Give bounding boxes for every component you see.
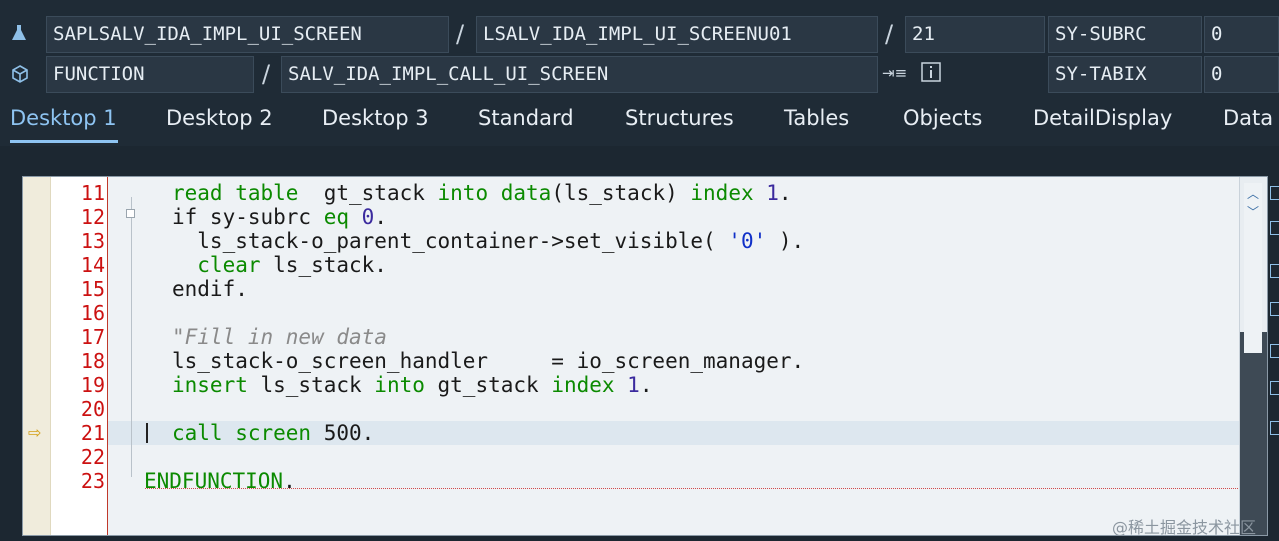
- code-line[interactable]: 18 ls_stack-o_screen_handler = io_screen_…: [23, 349, 1267, 373]
- sysvar-value-field-2[interactable]: 0: [1204, 56, 1279, 93]
- code-line[interactable]: 23 ENDFUNCTION.: [23, 469, 1267, 493]
- code-text: clear ls_stack.: [172, 253, 387, 277]
- fold-guide: [131, 197, 132, 477]
- path-separator: /: [885, 20, 894, 48]
- code-line[interactable]: 20: [23, 397, 1267, 421]
- info-icon[interactable]: [921, 62, 941, 87]
- tab-desktop-3[interactable]: Desktop 3: [322, 106, 429, 130]
- code-line[interactable]: 11 read table gt_stack into data(ls_stack…: [23, 181, 1267, 205]
- line-number: 15: [80, 277, 105, 301]
- code-text: insert ls_stack into gt_stack index 1.: [172, 373, 653, 397]
- code-line[interactable]: 12 if sy-subrc eq 0.: [23, 205, 1267, 229]
- tab-structures[interactable]: Structures: [625, 106, 734, 130]
- tab-desktop-2[interactable]: Desktop 2: [166, 106, 273, 130]
- line-number: 13: [80, 229, 105, 253]
- code-line[interactable]: 15 endif.: [23, 277, 1267, 301]
- fold-toggle-icon[interactable]: [126, 209, 135, 218]
- code-line[interactable]: 19 insert ls_stack into gt_stack index 1.: [23, 373, 1267, 397]
- line-number: 12: [80, 205, 105, 229]
- line-number: 19: [80, 373, 105, 397]
- tab-tables[interactable]: Tables: [784, 106, 849, 130]
- line-number: 22: [80, 445, 105, 469]
- path-separator: /: [456, 20, 465, 48]
- line-number: 18: [80, 349, 105, 373]
- desktop-tab-bar: Desktop 1 Desktop 2 Desktop 3 Standard S…: [0, 98, 1279, 146]
- code-line[interactable]: 17 "Fill in new data: [23, 325, 1267, 349]
- program-name-field[interactable]: SAPLSALV_IDA_IMPL_UI_SCREEN: [46, 16, 449, 53]
- code-text: call screen 500.: [172, 421, 375, 445]
- code-line[interactable]: 16: [23, 301, 1267, 325]
- line-number-field[interactable]: 21: [905, 16, 1045, 53]
- code-line[interactable]: 22: [23, 445, 1267, 469]
- tab-standard[interactable]: Standard: [478, 106, 574, 130]
- line-number: 11: [80, 181, 105, 205]
- code-text: ls_stack-o_parent_container->set_visible…: [172, 229, 805, 253]
- code-line[interactable]: 21 call screen 500.: [23, 421, 1267, 445]
- event-type-field[interactable]: FUNCTION: [46, 56, 254, 93]
- tab-desktop-1[interactable]: Desktop 1: [10, 106, 117, 130]
- line-number: 23: [80, 469, 105, 493]
- code-text: ls_stack-o_screen_handler = io_screen_ma…: [172, 349, 805, 373]
- code-text: endif.: [172, 277, 248, 301]
- toolbar-icon[interactable]: [1270, 302, 1279, 316]
- event-name-field[interactable]: SALV_IDA_IMPL_CALL_UI_SCREEN: [281, 56, 878, 93]
- navigate-to-icon[interactable]: ⇥≡: [882, 64, 907, 82]
- toolbar-icon[interactable]: [1270, 264, 1279, 278]
- watermark: @稀土掘金技术社区: [1112, 518, 1257, 537]
- end-of-source-marker: [145, 488, 1238, 489]
- line-number: 17: [80, 325, 105, 349]
- toolbar-icon[interactable]: [1270, 421, 1279, 435]
- side-toolbar: [1268, 176, 1279, 541]
- sysvar-name-field-1[interactable]: SY-SUBRC: [1048, 16, 1202, 53]
- active-tab-indicator: [10, 140, 118, 143]
- function-cube-icon: [10, 64, 30, 89]
- code-line[interactable]: 14 clear ls_stack.: [23, 253, 1267, 277]
- toolbar-icon[interactable]: [1270, 381, 1279, 395]
- sysvar-name-field-2[interactable]: SY-TABIX: [1048, 56, 1202, 93]
- code-text: if sy-subrc eq 0.: [172, 205, 387, 229]
- toolbar-icon[interactable]: [1270, 221, 1279, 235]
- source-code-editor[interactable]: ︿ ﹀ 11 read table gt_stack into data(ls_s…: [22, 176, 1268, 536]
- code-text: ENDFUNCTION.: [144, 469, 296, 493]
- line-number: 16: [80, 301, 105, 325]
- toolbar-icon[interactable]: [1270, 186, 1279, 200]
- program-flask-icon: [10, 24, 28, 47]
- include-name-field[interactable]: LSALV_IDA_IMPL_UI_SCREENU01: [476, 16, 878, 53]
- sysvar-value-field-1[interactable]: 0: [1204, 16, 1279, 53]
- code-text: read table gt_stack into data(ls_stack) …: [172, 181, 792, 205]
- toolbar-icon[interactable]: [1270, 344, 1279, 358]
- path-separator: /: [262, 60, 271, 88]
- line-number: 21: [80, 421, 105, 445]
- tab-objects[interactable]: Objects: [903, 106, 982, 130]
- code-line[interactable]: 13 ls_stack-o_parent_container->set_visi…: [23, 229, 1267, 253]
- tab-data[interactable]: Data: [1223, 106, 1273, 130]
- tab-detaildisplay[interactable]: DetailDisplay: [1033, 106, 1172, 130]
- line-number: 14: [80, 253, 105, 277]
- code-text: "Fill in new data: [172, 325, 387, 349]
- line-number: 20: [80, 397, 105, 421]
